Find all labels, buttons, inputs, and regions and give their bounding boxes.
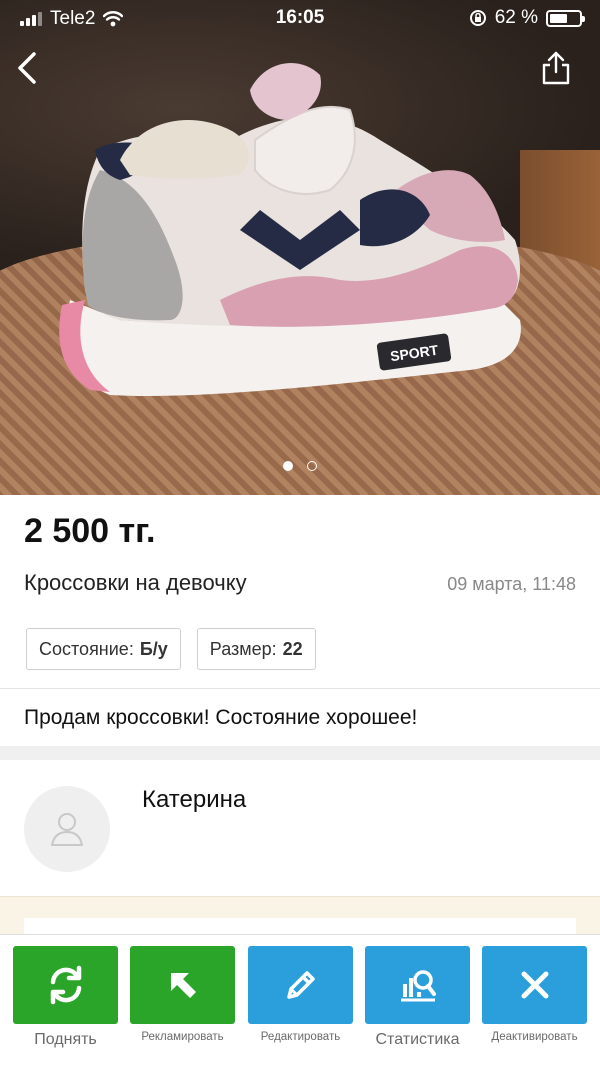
- user-icon: [51, 813, 83, 846]
- seller-name[interactable]: Катерина: [142, 786, 246, 814]
- status-right: 62 %: [469, 7, 585, 29]
- deactivate-button[interactable]: [482, 946, 587, 1024]
- battery-icon: [546, 9, 585, 27]
- raise-action[interactable]: Поднять: [13, 946, 118, 1049]
- advertise-label: Рекламировать: [141, 1031, 224, 1043]
- share-icon: [542, 51, 570, 85]
- deactivate-label: Деактивировать: [491, 1031, 578, 1043]
- chevron-left-icon: [18, 52, 36, 84]
- status-bar: Tele2 16:05 62 %: [0, 0, 600, 36]
- edit-label: Редактировать: [260, 1031, 341, 1043]
- section-separator: [0, 746, 600, 760]
- deactivate-action[interactable]: Деактивировать: [482, 946, 587, 1043]
- rotation-lock-icon: [469, 10, 486, 26]
- share-button[interactable]: [540, 50, 572, 86]
- condition-label: Состояние:: [39, 638, 134, 659]
- size-tag: Размер: 22: [196, 628, 316, 670]
- condition-tag: Состояние: Б/у: [26, 628, 181, 670]
- action-toolbar: Поднять Рекламировать Редактировать Стат…: [0, 934, 600, 1066]
- arrow-up-left-icon: [170, 973, 196, 998]
- stats-label: Статистика: [375, 1031, 460, 1048]
- gallery-pagination[interactable]: [0, 461, 600, 471]
- listing-price: 2 500 тг.: [24, 512, 156, 550]
- advertise-action[interactable]: Рекламировать: [130, 946, 235, 1043]
- seller-avatar[interactable]: [24, 786, 110, 872]
- close-icon: [521, 971, 548, 999]
- raise-button[interactable]: [13, 946, 118, 1024]
- refresh-icon: [50, 965, 81, 1005]
- battery-level-fill: [550, 13, 567, 23]
- stats-icon: [400, 970, 436, 1002]
- stats-button[interactable]: [365, 946, 470, 1024]
- edit-action[interactable]: Редактировать: [248, 946, 353, 1043]
- listing-attributes: Состояние: Б/у Размер: 22: [26, 628, 316, 670]
- gallery-dot[interactable]: [283, 461, 293, 471]
- listing-title: Кроссовки на девочку: [24, 570, 247, 595]
- listing-description: Продам кроссовки! Состояние хорошее!: [24, 706, 418, 729]
- size-value: 22: [282, 638, 303, 659]
- gallery-dot[interactable]: [307, 461, 317, 471]
- pencil-icon: [286, 971, 315, 999]
- condition-value: Б/у: [139, 638, 168, 659]
- size-label: Размер:: [209, 638, 277, 659]
- advertise-button[interactable]: [130, 946, 235, 1024]
- back-button[interactable]: [10, 48, 50, 88]
- raise-label: Поднять: [34, 1031, 97, 1048]
- sneaker-image: SPORT: [59, 63, 521, 396]
- battery-percent: 62 %: [494, 7, 538, 28]
- listing-photo[interactable]: SPORT Tele2 16:05 62 %: [0, 0, 600, 495]
- edit-button[interactable]: [248, 946, 353, 1024]
- stats-action[interactable]: Статистика: [365, 946, 470, 1049]
- divider: [0, 688, 600, 689]
- listing-date: 09 марта, 11:48: [447, 574, 576, 594]
